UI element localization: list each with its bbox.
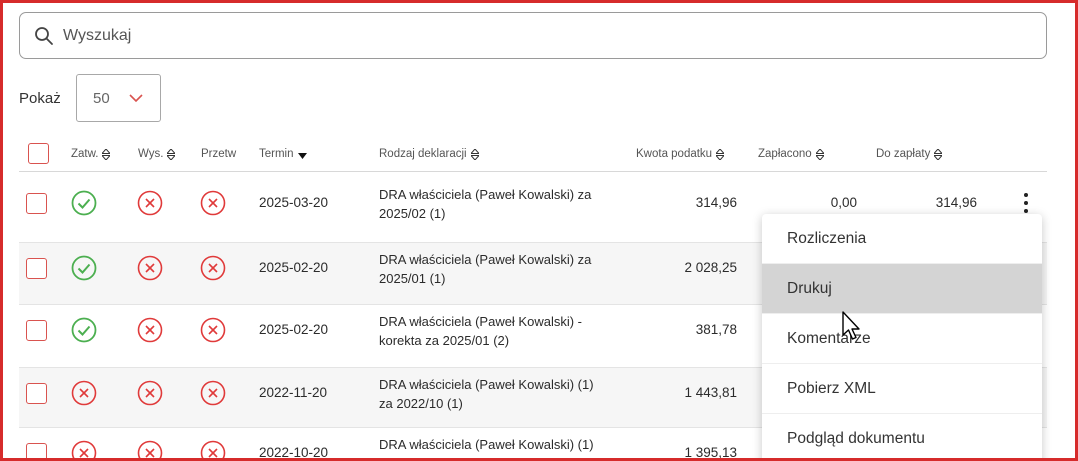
declaration-cell: DRA właściciela (Paweł Kowalski) za 2025/… xyxy=(379,250,619,288)
header-sent[interactable]: Wys. xyxy=(138,148,176,160)
deadline-cell: 2022-10-20 xyxy=(259,445,329,460)
menu-item-download-xml[interactable]: Pobierz XML xyxy=(762,364,1042,414)
to-pay-cell: 314,96 xyxy=(935,195,977,210)
x-circle-icon xyxy=(137,380,163,406)
select-all-checkbox[interactable] xyxy=(28,143,49,164)
declaration-line: DRA właściciela (Paweł Kowalski) - xyxy=(379,314,582,329)
row-actions-kebab-icon[interactable] xyxy=(1023,193,1029,213)
x-circle-icon xyxy=(200,317,226,343)
header-tax-amount[interactable]: Kwota podatku xyxy=(636,148,725,160)
check-circle-icon xyxy=(71,190,97,216)
deadline-cell: 2025-02-20 xyxy=(259,260,329,275)
row-checkbox[interactable] xyxy=(26,193,47,214)
menu-item-settlements[interactable]: Rozliczenia xyxy=(762,214,1042,264)
sort-icon xyxy=(102,148,111,160)
search-input[interactable] xyxy=(63,26,963,45)
declaration-line: DRA właściciela (Paweł Kowalski) za xyxy=(379,252,592,267)
deadline-cell: 2022-11-20 xyxy=(259,385,328,400)
x-circle-icon xyxy=(71,380,97,406)
deadline-cell: 2025-03-20 xyxy=(259,195,329,210)
sort-icon xyxy=(815,148,824,160)
table-header: Zatw. Wys. Przetw Termin Rodzaj deklarac… xyxy=(19,140,1047,172)
tax-amount-cell: 2 028,25 xyxy=(684,260,737,275)
sort-icon xyxy=(716,148,725,160)
x-circle-icon xyxy=(200,440,226,461)
declaration-cell: DRA właściciela (Paweł Kowalski) za 2025/… xyxy=(379,185,619,223)
paid-cell: 0,00 xyxy=(830,195,857,210)
declaration-line: DRA właściciela (Paweł Kowalski) (1) xyxy=(379,437,594,452)
search-icon xyxy=(35,26,53,45)
page-size-value: 50 xyxy=(93,89,110,107)
mouse-cursor-icon xyxy=(842,311,860,340)
tax-amount-cell: 1 443,81 xyxy=(684,385,737,400)
declaration-cell: DRA właściciela (Paweł Kowalski) (1) xyxy=(379,435,619,454)
menu-item-print[interactable]: Drukuj xyxy=(762,264,1042,314)
x-circle-icon xyxy=(200,190,226,216)
declaration-cell: DRA właściciela (Paweł Kowalski) (1) za 2… xyxy=(379,375,619,413)
header-deadline[interactable]: Termin xyxy=(259,148,307,160)
x-circle-icon xyxy=(137,440,163,461)
header-processed[interactable]: Przetw xyxy=(201,148,236,160)
tax-amount-cell: 314,96 xyxy=(695,195,737,210)
sort-icon xyxy=(934,148,943,160)
declaration-cell: DRA właściciela (Paweł Kowalski) - korekt… xyxy=(379,312,619,350)
x-circle-icon xyxy=(71,440,97,461)
check-circle-icon xyxy=(71,255,97,281)
search-box[interactable] xyxy=(19,12,1047,59)
row-checkbox[interactable] xyxy=(26,258,47,279)
row-checkbox[interactable] xyxy=(26,383,47,404)
x-circle-icon xyxy=(200,255,226,281)
header-approved[interactable]: Zatw. xyxy=(71,148,111,160)
declaration-line: za 2022/10 (1) xyxy=(379,396,463,411)
header-declaration[interactable]: Rodzaj deklaracji xyxy=(379,148,479,160)
sort-icon xyxy=(470,148,479,160)
show-label: Pokaż xyxy=(19,90,61,107)
declaration-line: DRA właściciela (Paweł Kowalski) za xyxy=(379,187,592,202)
tax-amount-cell: 381,78 xyxy=(695,322,737,337)
header-to-pay[interactable]: Do zapłaty xyxy=(876,148,943,160)
header-paid[interactable]: Zapłacono xyxy=(758,148,824,160)
tax-amount-cell: 1 395,13 xyxy=(684,445,737,460)
declaration-line: korekta za 2025/01 (2) xyxy=(379,333,510,348)
row-checkbox[interactable] xyxy=(26,443,47,461)
declaration-line: 2025/02 (1) xyxy=(379,206,446,221)
declaration-line: 2025/01 (1) xyxy=(379,271,446,286)
menu-item-document-preview[interactable]: Podgląd dokumentu xyxy=(762,414,1042,461)
page-size-select[interactable]: 50 xyxy=(76,74,161,122)
declaration-line: DRA właściciela (Paweł Kowalski) (1) xyxy=(379,377,594,392)
x-circle-icon xyxy=(137,190,163,216)
sort-desc-icon xyxy=(297,152,307,159)
menu-item-comments[interactable]: Komentarze xyxy=(762,314,1042,364)
deadline-cell: 2025-02-20 xyxy=(259,322,329,337)
row-actions-menu: Rozliczenia Drukuj Komentarze Pobierz XM… xyxy=(762,214,1042,461)
check-circle-icon xyxy=(71,317,97,343)
x-circle-icon xyxy=(137,255,163,281)
row-checkbox[interactable] xyxy=(26,320,47,341)
x-circle-icon xyxy=(137,317,163,343)
chevron-down-icon xyxy=(129,94,143,103)
sort-icon xyxy=(167,148,176,160)
x-circle-icon xyxy=(200,380,226,406)
